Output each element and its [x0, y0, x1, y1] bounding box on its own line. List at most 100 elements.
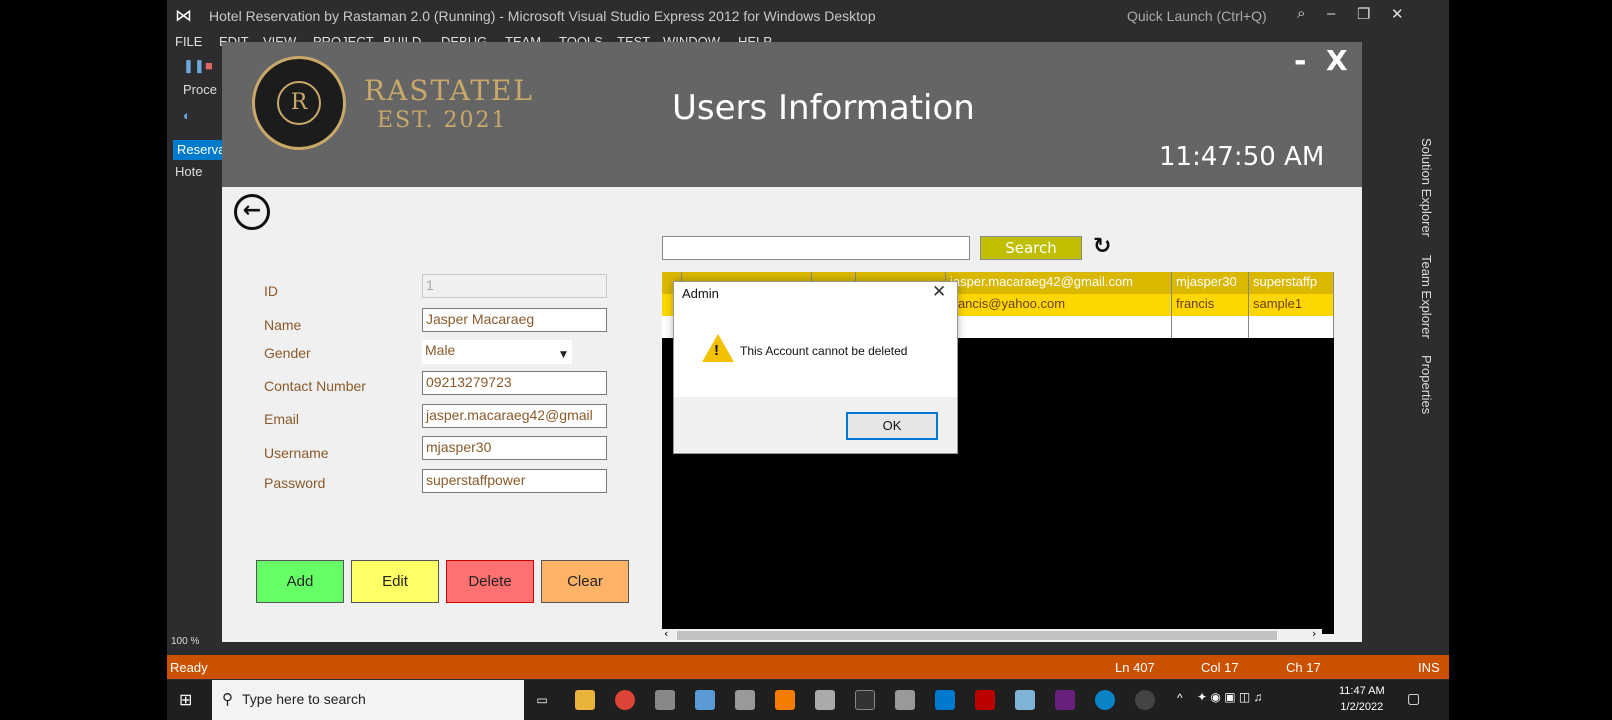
app-minimize-button[interactable]: -	[1294, 44, 1306, 79]
taskbar-search-placeholder: Type here to search	[242, 691, 366, 707]
app-close-button[interactable]: X	[1326, 44, 1348, 77]
grid-cell-password[interactable]: superstaffp	[1249, 272, 1334, 294]
app-icon[interactable]	[815, 690, 835, 710]
id-label: ID	[264, 283, 278, 299]
tray-icons[interactable]: ✦ ◉ ▣ ◫ ♫	[1197, 690, 1263, 704]
grid-cell-password[interactable]: sample1	[1249, 294, 1334, 316]
search-button[interactable]: Search	[980, 236, 1082, 260]
vs-minimize-button[interactable]: –	[1327, 5, 1335, 22]
delete-button[interactable]: Delete	[446, 560, 534, 603]
app-header: R RASTATEL EST. 2021 Users Information 1…	[222, 42, 1362, 187]
pause-icon[interactable]: ❚❚	[183, 58, 205, 74]
logo-letter: R	[277, 81, 321, 125]
contact-label: Contact Number	[264, 378, 366, 394]
zoom-level[interactable]: 100 %	[171, 636, 199, 647]
password-label: Password	[264, 475, 326, 491]
app-clock: 11:47:50 AM	[1159, 142, 1325, 172]
admin-message-dialog: Admin ✕ ! This Account cannot be deleted…	[673, 281, 958, 454]
app-cube-icon[interactable]	[695, 690, 715, 710]
taskbar-time: 11:47 AM	[1339, 685, 1385, 697]
dialog-message: This Account cannot be deleted	[740, 344, 908, 358]
grid-cell-username[interactable]: francis	[1172, 294, 1249, 316]
dialog-close-icon[interactable]: ✕	[932, 282, 946, 302]
username-field[interactable]: mjasper30	[422, 436, 607, 460]
app-icon-3[interactable]	[975, 690, 995, 710]
scrollbar-thumb[interactable]	[677, 631, 1277, 640]
properties-tab[interactable]: Properties	[1419, 355, 1434, 414]
email-label: Email	[264, 411, 300, 427]
clear-button[interactable]: Clear	[541, 560, 629, 603]
chevron-right-icon[interactable]: ›	[1312, 627, 1316, 640]
dialog-footer: OK	[674, 397, 957, 453]
username-label: Username	[264, 445, 329, 461]
brand-name: RASTATEL	[364, 74, 535, 107]
task-view-icon[interactable]: ▭	[532, 690, 552, 710]
id-field: 1	[422, 274, 607, 298]
team-explorer-tab[interactable]: Team Explorer	[1419, 255, 1434, 339]
xampp-icon[interactable]	[775, 690, 795, 710]
contact-field[interactable]: 09213279723	[422, 371, 607, 395]
vs-restore-button[interactable]: ❐	[1357, 5, 1370, 23]
search-input[interactable]	[662, 236, 970, 260]
file-explorer-icon[interactable]	[575, 690, 595, 710]
chevron-left-icon[interactable]: ‹	[664, 627, 668, 640]
notification-icon[interactable]: ▢	[1407, 690, 1420, 707]
password-field[interactable]: superstaffpower	[422, 469, 607, 493]
back-arrow-icon[interactable]: ←	[234, 194, 270, 230]
status-line: Ln 407	[1115, 660, 1155, 675]
document-tab[interactable]: Reserva	[173, 140, 229, 160]
vs-close-button[interactable]: ✕	[1391, 5, 1404, 23]
terminal-icon[interactable]	[855, 690, 875, 710]
chevron-down-icon[interactable]: ▼	[560, 350, 567, 360]
visual-studio-icon[interactable]	[1055, 690, 1075, 710]
windows-taskbar: ⊞ ⚲ Type here to search ▭ ^ ✦ ◉ ▣ ◫ ♫ 11…	[167, 680, 1449, 720]
windows-start-icon[interactable]: ⊞	[179, 690, 192, 710]
calculator-icon[interactable]	[655, 690, 675, 710]
add-button[interactable]: Add	[256, 560, 344, 603]
taskbar-search-box[interactable]: ⚲ Type here to search	[212, 680, 524, 720]
dialog-title: Admin	[682, 286, 719, 301]
chrome-icon[interactable]	[615, 690, 635, 710]
rastatel-logo: R	[252, 56, 346, 150]
grid-cell-email[interactable]: francis@yahoo.com	[946, 294, 1172, 316]
hotel-tree-item[interactable]: Hote	[175, 164, 202, 179]
paint-icon[interactable]	[735, 690, 755, 710]
edit-button[interactable]: Edit	[351, 560, 439, 603]
solution-explorer-tab[interactable]: Solution Explorer	[1419, 138, 1434, 237]
screen: ⋈ Hotel Reservation by Rastaman 2.0 (Run…	[167, 0, 1449, 720]
vs-status-bar: Ready Ln 407 Col 17 Ch 17 INS	[167, 655, 1449, 679]
search-icon: ⚲	[222, 691, 233, 708]
page-title: Users Information	[672, 88, 975, 128]
tray-chevron-icon[interactable]: ^	[1177, 691, 1183, 705]
grid-cell-username[interactable]: mjasper30	[1172, 272, 1249, 294]
vscode-icon[interactable]	[935, 690, 955, 710]
gender-label: Gender	[264, 345, 311, 361]
status-ready: Ready	[170, 660, 208, 675]
app-icon-2[interactable]	[895, 690, 915, 710]
process-label: Proce	[183, 82, 217, 97]
grid-horizontal-scrollbar[interactable]: ‹ ›	[662, 627, 1322, 642]
grid-cell-email[interactable]: jasper.macaraeg42@gmail.com	[946, 272, 1172, 294]
edge-icon[interactable]	[1095, 690, 1115, 710]
search-icon[interactable]: ⌕	[1297, 5, 1305, 22]
visual-studio-logo-icon: ⋈	[175, 6, 192, 25]
status-col: Col 17	[1201, 660, 1239, 675]
refresh-icon[interactable]: ↻	[1093, 234, 1111, 259]
status-ch: Ch 17	[1286, 660, 1321, 675]
gender-select[interactable]: Male	[422, 340, 572, 364]
status-ins: INS	[1418, 660, 1440, 675]
taskbar-clock[interactable]: 11:47 AM 1/2/2022	[1339, 683, 1385, 715]
stop-icon[interactable]: ■	[205, 58, 213, 73]
app-icon-4[interactable]	[1015, 690, 1035, 710]
vs-titlebar: ⋈ Hotel Reservation by Rastaman 2.0 (Run…	[167, 0, 1449, 32]
name-label: Name	[264, 317, 302, 333]
app-icon-5[interactable]	[1135, 690, 1155, 710]
ok-button[interactable]: OK	[846, 412, 938, 440]
warning-exclamation: !	[714, 342, 719, 359]
quick-launch-input[interactable]: Quick Launch (Ctrl+Q)	[1127, 8, 1267, 24]
email-field[interactable]: jasper.macaraeg42@gmail	[422, 404, 607, 428]
back-nav-icon[interactable]: ◐	[183, 108, 191, 123]
brand-est: EST. 2021	[377, 108, 508, 133]
menu-file[interactable]: FILE	[175, 34, 202, 49]
name-field[interactable]: Jasper Macaraeg	[422, 308, 607, 332]
